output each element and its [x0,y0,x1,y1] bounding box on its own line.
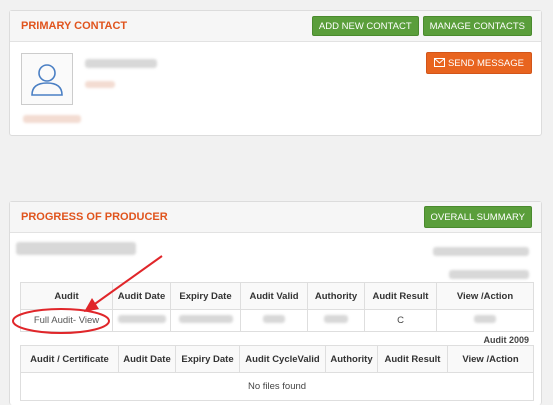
producer-name-redacted [16,242,136,255]
primary-contact-header: PRIMARY CONTACT ADD NEW CONTACT MANAGE C… [10,11,541,42]
envelope-icon [433,58,445,67]
full-audit-view-link[interactable]: Full Audit- View [20,309,113,332]
contact-name-redacted [85,59,157,68]
producer-progress-panel: PROGRESS OF PRODUCER OVERALL SUMMARY Aud… [9,201,542,405]
producer-info2-redacted [449,270,529,279]
user-avatar-icon [31,64,63,96]
producer-progress-header: PROGRESS OF PRODUCER OVERALL SUMMARY [10,202,541,233]
table-row: Full Audit- View C [20,309,534,332]
authority-cell [307,309,365,332]
primary-contact-title: PRIMARY CONTACT [21,20,128,32]
col-view-action: View /Action [447,345,534,373]
add-new-contact-button[interactable]: ADD NEW CONTACT [311,16,419,36]
audit-year-caption: Audit 2009 [483,335,529,345]
col-audit-date: Audit Date [118,345,176,373]
send-message-label: SEND MESSAGE [447,58,524,69]
contact-detail-redacted [85,81,115,88]
producer-progress-title: PROGRESS OF PRODUCER [21,211,168,223]
col-audit-certificate: Audit / Certificate [20,345,119,373]
col-view-action: View /Action [436,282,534,310]
audit-result-cell: C [364,309,437,332]
audit-date-cell [112,309,171,332]
send-message-button[interactable]: SEND MESSAGE [425,52,532,74]
expiry-date-cell [170,309,241,332]
col-authority: Authority [325,345,378,373]
col-audit-cycle-valid: Audit CycleValid [239,345,326,373]
overall-summary-button[interactable]: OVERALL SUMMARY [423,206,532,228]
col-expiry-date: Expiry Date [175,345,240,373]
col-audit: Audit [20,282,113,310]
manage-contacts-button[interactable]: MANAGE CONTACTS [422,16,532,36]
audit-table: Audit Audit Date Expiry Date Audit Valid… [20,282,534,332]
avatar [21,53,73,105]
col-audit-result: Audit Result [377,345,448,373]
col-expiry-date: Expiry Date [170,282,241,310]
col-audit-valid: Audit Valid [240,282,308,310]
col-audit-result: Audit Result [364,282,437,310]
certificate-table-header: Audit / Certificate Audit Date Expiry Da… [20,345,534,373]
producer-info-redacted [433,247,529,256]
certificate-table: Audit / Certificate Audit Date Expiry Da… [20,345,534,401]
contact-email-redacted [23,115,81,123]
col-authority: Authority [307,282,365,310]
col-audit-date: Audit Date [112,282,171,310]
audit-valid-cell [240,309,308,332]
no-files-message: No files found [20,372,534,401]
audit-table-header: Audit Audit Date Expiry Date Audit Valid… [20,282,534,310]
primary-contact-panel: PRIMARY CONTACT ADD NEW CONTACT MANAGE C… [9,10,542,136]
table-row: No files found [20,372,534,401]
view-action-cell[interactable] [436,309,534,332]
